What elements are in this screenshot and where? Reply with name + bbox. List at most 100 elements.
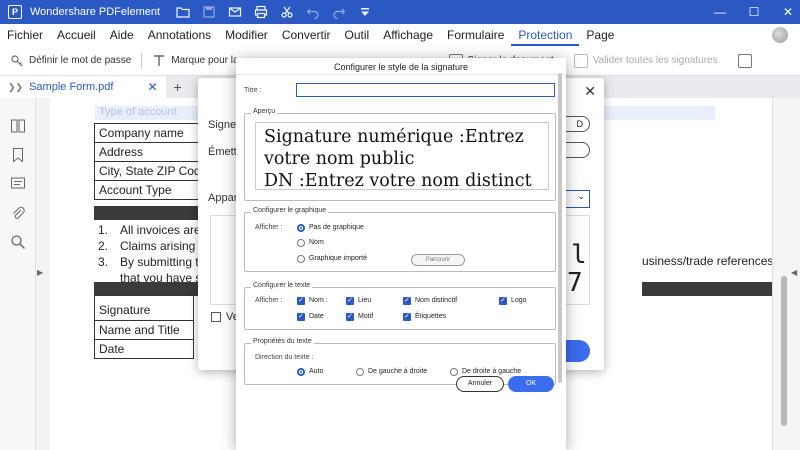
signature-preview: Signature numérique :Entrez votre nom pu… [255,122,549,191]
option-logo: Logo [511,297,527,304]
undo-icon[interactable] [306,5,320,19]
option-reason: Motif [358,313,374,320]
date-row: Date [94,339,194,359]
set-password-label: Définir le mot de passe [29,55,132,66]
chevron-down-icon[interactable]: ❯❯ [8,82,23,93]
dialog-title: Configurer le style de la signature [333,62,469,72]
quick-access-dropdown-icon[interactable] [358,5,372,19]
validate-signatures-button[interactable]: Valider toutes les signatures [564,53,728,68]
mark-redaction-button[interactable]: Marque pour la [142,54,248,68]
dialog-scrollbar[interactable] [558,73,562,383]
validate-signatures-label: Valider toutes les signatures [592,55,718,66]
menu-page[interactable]: Page [579,24,621,46]
comment-icon[interactable] [10,176,26,192]
mark-redaction-label: Marque pour la [171,55,239,66]
more-tools-icon [737,53,752,68]
radio-imported-graphic[interactable] [297,255,305,263]
checkbox-reason[interactable]: ✓ [346,313,354,321]
collapse-right-icon[interactable]: ◀ [791,268,797,277]
checkbox-labels[interactable]: ✓ [403,313,411,321]
option-auto: Auto [309,368,324,375]
option-imported-graphic: Graphique importé [309,255,367,262]
menu-bar: Fichier Accueil Aide Annotations Modifie… [0,24,800,46]
menu-protection[interactable]: Protection [511,24,580,46]
graphic-group: Configurer le graphique Afficher : Pas d… [244,207,556,272]
title-bar: P Wondershare PDFelement — ☐ ✕ [0,0,800,24]
checkbox-name[interactable]: ✓ [297,297,305,305]
preview-line: DN :Entrez votre nom distinct [264,171,532,191]
checkbox-distinguished-name[interactable]: ✓ [403,297,411,305]
option-labels: Étiquettes [415,313,447,320]
ok-button[interactable]: OK [508,376,554,392]
checkbox-logo[interactable]: ✓ [499,297,507,305]
title-label: Titre : [244,87,262,94]
validate-icon [573,53,588,68]
preview-legend: Aperçu [251,108,278,115]
option-left-to-right: De gauche à droite [368,368,428,375]
mail-icon[interactable] [228,5,242,19]
display-label: Afficher : [255,224,283,231]
signature-table: Signature Name and Title Date [94,295,194,359]
radio-right-to-left[interactable] [450,368,458,376]
graphic-legend: Configurer le graphique [251,207,329,214]
close-icon[interactable]: ✕ [584,83,596,100]
menu-affichage[interactable]: Affichage [376,24,440,46]
terms-list: 1. All invoices are t 2. Claims arising fr… [98,222,213,286]
option-location: Lieu [358,297,372,304]
radio-no-graphic[interactable] [297,224,305,232]
menu-formulaire[interactable]: Formulaire [440,24,511,46]
checkbox-location[interactable]: ✓ [346,297,354,305]
verify-checkbox[interactable] [211,312,221,322]
avatar[interactable] [772,27,788,43]
bookmark-icon[interactable] [10,147,26,163]
app-title: Wondershare PDFelement [30,6,161,18]
maximize-button[interactable]: ☐ [748,5,760,19]
attachment-icon[interactable] [10,205,26,221]
redo-icon[interactable] [332,5,346,19]
chevron-down-icon: ⌄ [577,191,585,201]
text-redact-icon [154,54,165,66]
new-tab-button[interactable]: + [174,79,182,95]
more-tools-button[interactable] [728,53,762,68]
search-icon[interactable] [10,234,26,250]
display-label: Afficher : [255,297,283,304]
save-icon[interactable] [202,5,216,19]
text-legend: Configurer le texte [251,282,313,289]
title-input[interactable] [296,83,555,97]
menu-aide[interactable]: Aide [103,24,141,46]
scissors-icon[interactable] [280,5,294,19]
signature-row: Signature [94,295,194,321]
option-name-text: Nom : [309,297,328,304]
checkbox-date[interactable]: ✓ [297,313,305,321]
menu-fichier[interactable]: Fichier [0,24,50,46]
signature-style-dialog: Configurer le style de la signature Titr… [236,58,566,450]
cancel-button[interactable]: Annuler [456,376,504,392]
print-icon[interactable] [254,5,268,19]
minimize-button[interactable]: — [714,5,726,19]
option-date: Date [309,313,324,320]
menu-convertir[interactable]: Convertir [275,24,338,46]
radio-left-to-right[interactable] [356,368,364,376]
folder-icon[interactable] [176,5,190,19]
scrollbar-thumb[interactable] [781,276,787,426]
option-distinguished-name: Nom distinctif [415,297,458,304]
collapse-left-icon[interactable]: ▶ [37,268,43,277]
close-window-button[interactable]: ✕ [782,5,794,19]
menu-modifier[interactable]: Modifier [218,24,275,46]
option-right-to-left: De droite à gauche [462,368,522,375]
left-sidebar [0,98,36,450]
radio-name[interactable] [297,239,305,247]
menu-annotations[interactable]: Annotations [141,24,218,46]
text-properties-legend: Propriétés du texte [251,338,314,345]
set-password-button[interactable]: Définir le mot de passe [0,54,141,68]
page-thumbnails-icon[interactable] [10,118,26,134]
tab-sample-form[interactable]: ❯❯ Sample Form.pdf ✕ [0,76,166,98]
preview-line: votre nom public [264,149,415,169]
browse-button[interactable]: Parcourir [411,254,465,266]
radio-auto[interactable] [297,368,305,376]
list-item: 2. Claims arising fro [98,239,213,253]
dialog-divider [236,74,566,75]
close-tab-icon[interactable]: ✕ [147,80,157,94]
menu-outil[interactable]: Outil [338,24,377,46]
menu-accueil[interactable]: Accueil [50,24,103,46]
